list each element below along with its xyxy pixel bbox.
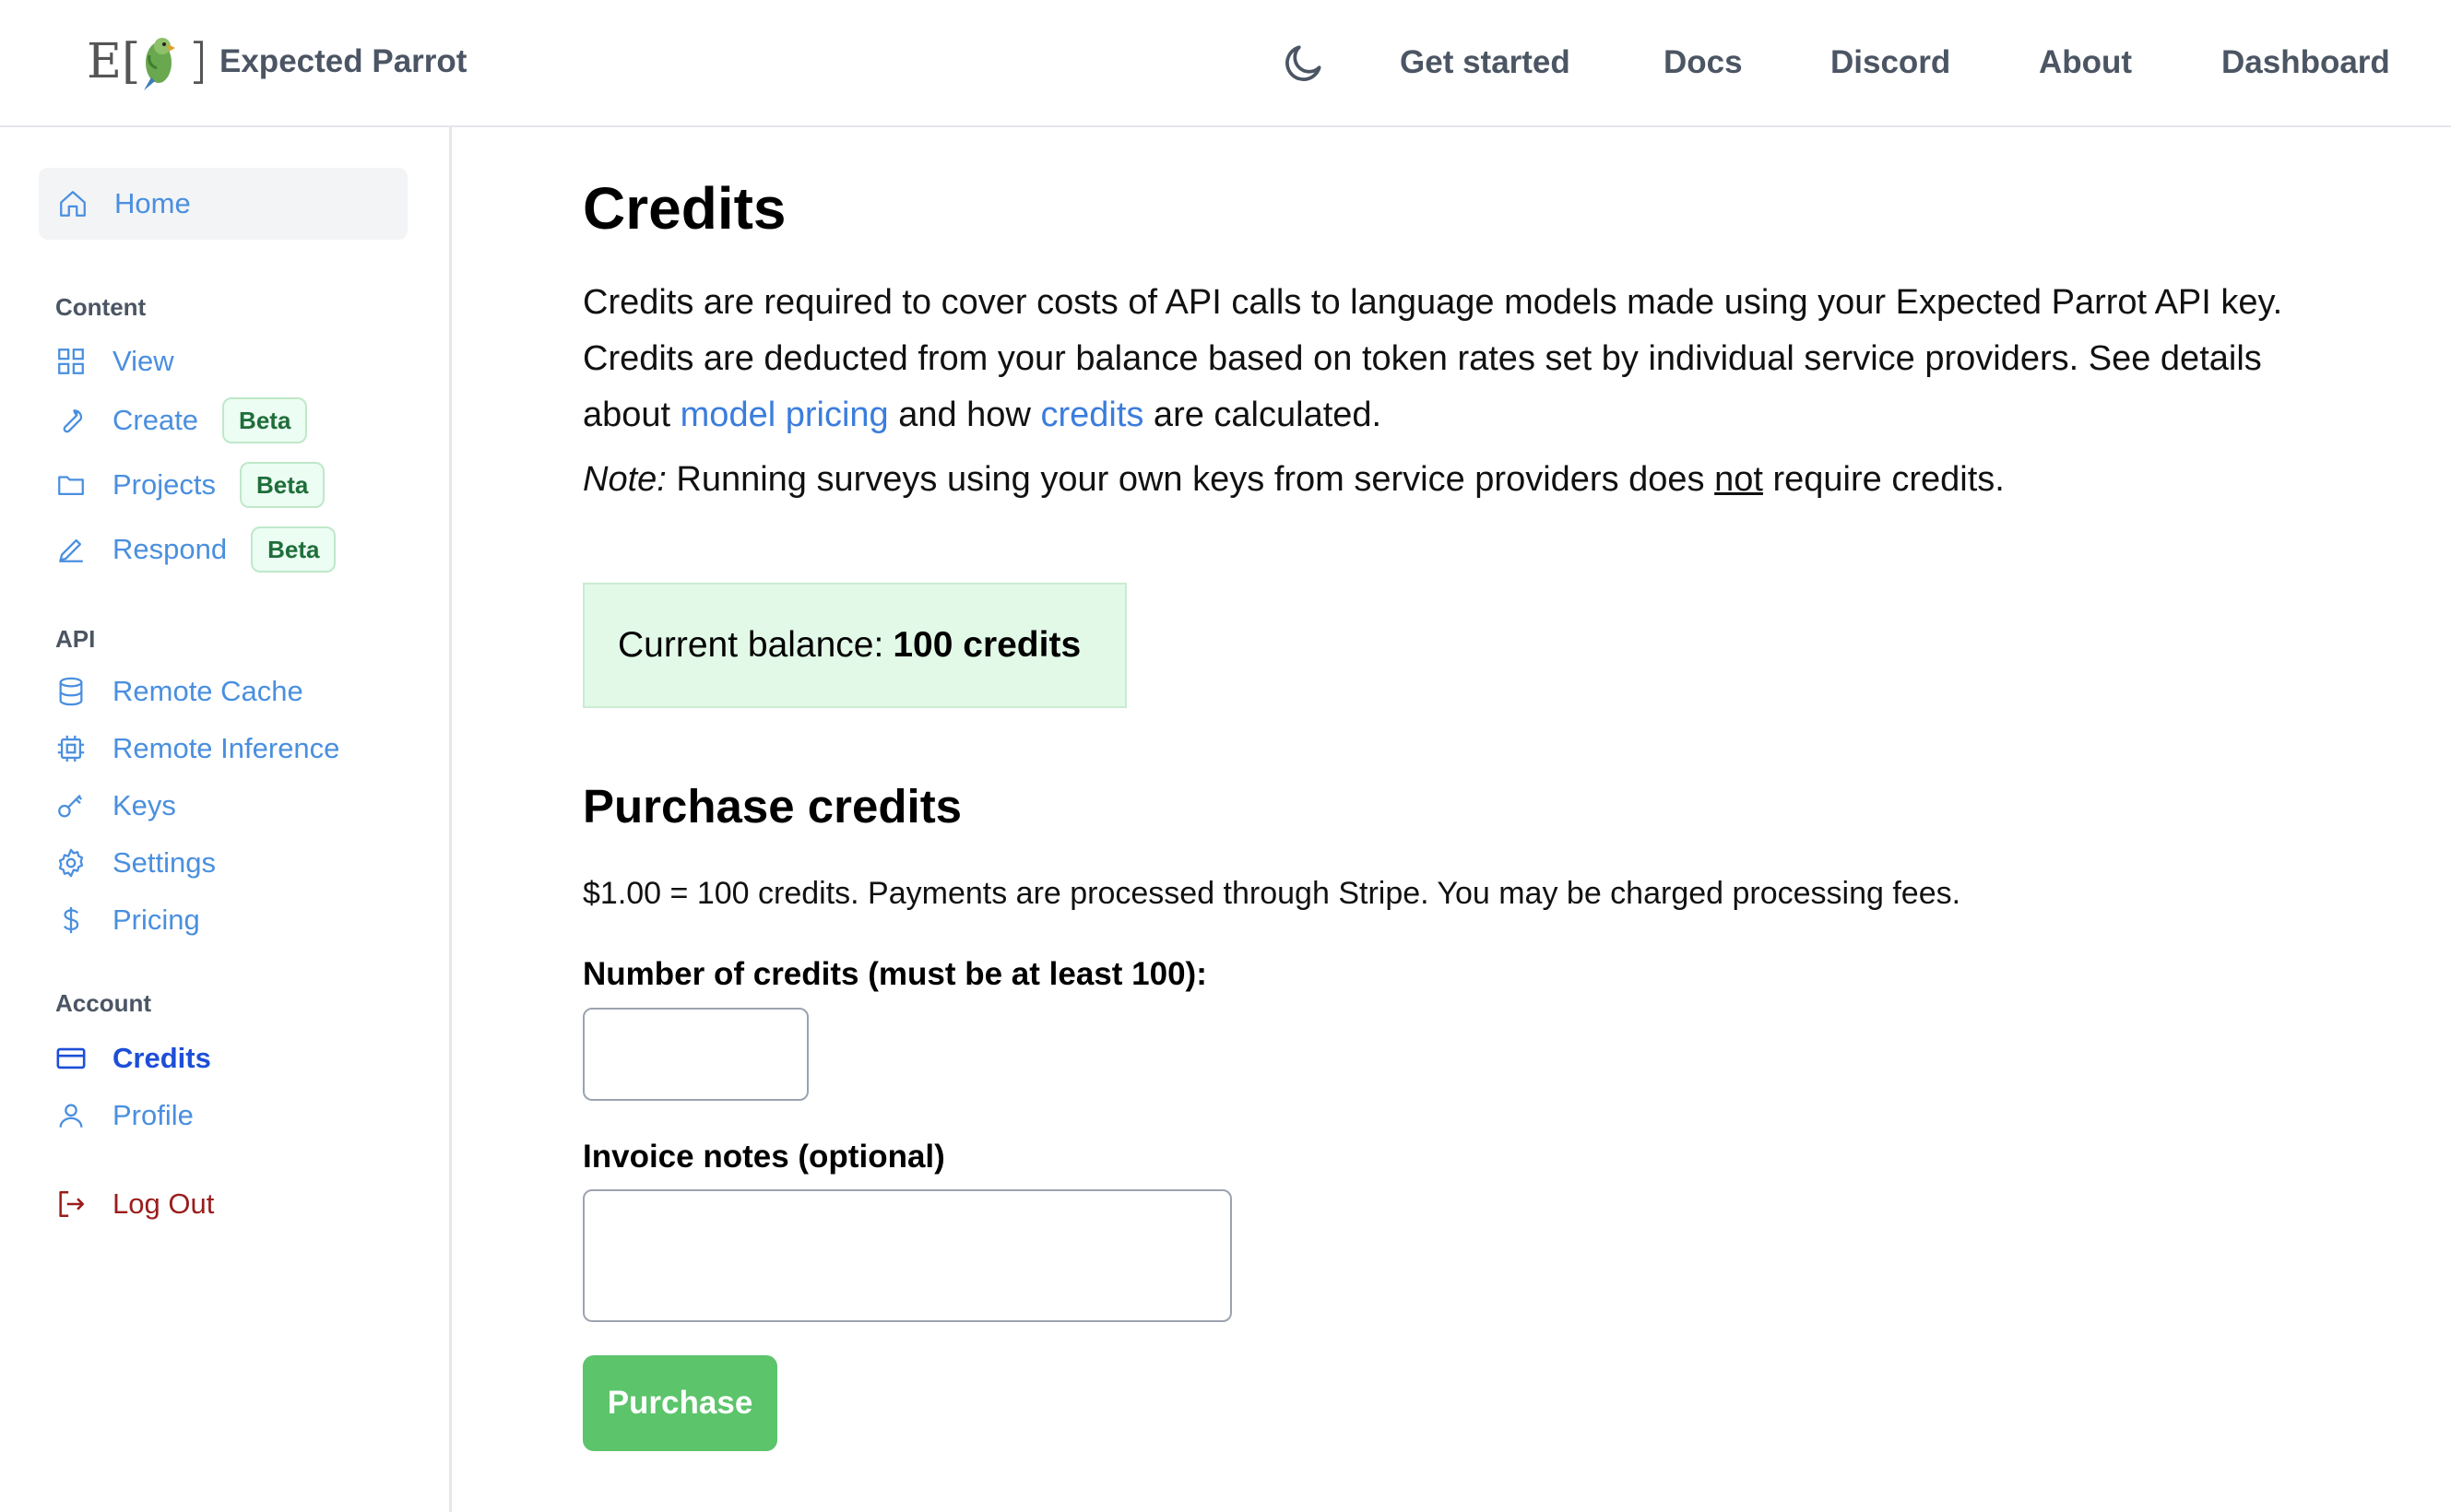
sidebar-item-profile[interactable]: Profile	[53, 1092, 194, 1140]
beta-badge: Beta	[222, 397, 308, 443]
balance-label: Current balance:	[618, 625, 884, 665]
model-pricing-link[interactable]: model pricing	[681, 396, 889, 434]
cpu-icon	[53, 731, 89, 766]
sidebar-item-label: Respond	[112, 533, 228, 565]
credits-field-label: Number of credits (must be at least 100)…	[583, 956, 1207, 992]
sidebar-section-api: API	[55, 625, 96, 653]
nav-get-started[interactable]: Get started	[1400, 41, 1570, 85]
wrench-icon	[53, 403, 89, 438]
sidebar-item-logout[interactable]: Log Out	[53, 1180, 214, 1228]
grid-icon	[53, 344, 89, 379]
sidebar-item-keys[interactable]: Keys	[53, 782, 176, 830]
note-emphasis: not	[1714, 460, 1763, 499]
nav-dashboard[interactable]: Dashboard	[2221, 41, 2390, 85]
balance-value: 100 credits	[893, 625, 1082, 665]
sidebar-item-label: Credits	[112, 1042, 211, 1074]
sidebar-item-label: Remote Cache	[112, 675, 303, 707]
purchase-credits-heading: Purchase credits	[583, 780, 963, 833]
theme-toggle-button[interactable]	[1278, 37, 1330, 89]
sidebar-section-content: Content	[55, 293, 147, 321]
sidebar-item-label: Projects	[112, 468, 216, 501]
dollar-icon	[53, 903, 89, 938]
nav-about[interactable]: About	[2039, 41, 2132, 85]
brand-name: Expected Parrot	[219, 43, 468, 79]
rate-info: $1.00 = 100 credits. Payments are proces…	[583, 876, 1961, 911]
credits-amount-input[interactable]	[583, 1008, 809, 1101]
home-icon	[55, 186, 90, 221]
nav-discord[interactable]: Discord	[1830, 41, 1950, 85]
note-paragraph: Note: Running surveys using your own key…	[583, 457, 2335, 502]
sidebar-item-settings[interactable]: Settings	[53, 839, 216, 887]
expected-parrot-logo: E[ ]	[87, 34, 203, 90]
current-balance-box: Current balance: 100 credits	[583, 583, 1127, 708]
sidebar-item-create[interactable]: Create Beta	[53, 396, 308, 444]
intro-text: are calculated.	[1143, 396, 1382, 434]
sidebar-item-projects[interactable]: Projects Beta	[53, 461, 326, 509]
user-icon	[53, 1098, 89, 1133]
svg-text:E[: E[	[87, 34, 140, 89]
nav-docs[interactable]: Docs	[1664, 41, 1743, 85]
sidebar-item-label: Profile	[112, 1099, 194, 1131]
sidebar-item-label: Log Out	[112, 1187, 215, 1220]
sidebar-item-label: View	[112, 345, 174, 377]
brand-link[interactable]: E[ ] Expected Parrot	[87, 31, 467, 92]
note-label: Note:	[583, 460, 667, 499]
sidebar: Home Content View Create Beta Projects B…	[0, 127, 452, 1512]
moon-icon	[1285, 45, 1321, 81]
sidebar-item-label: Create	[112, 404, 199, 436]
sidebar-item-respond[interactable]: Respond Beta	[53, 526, 337, 573]
key-icon	[53, 788, 89, 823]
top-navbar: E[ ] Expected Parrot Get started Docs Di…	[0, 0, 2451, 127]
beta-badge: Beta	[239, 462, 326, 508]
sidebar-item-label: Keys	[112, 789, 176, 821]
sidebar-item-remote-inference[interactable]: Remote Inference	[53, 725, 339, 773]
beta-badge: Beta	[251, 526, 337, 573]
logout-icon	[53, 1187, 89, 1222]
credits-link[interactable]: credits	[1040, 396, 1143, 434]
sidebar-section-account: Account	[55, 989, 151, 1017]
pencil-icon	[53, 532, 89, 567]
database-icon	[53, 674, 89, 709]
sidebar-item-remote-cache[interactable]: Remote Cache	[53, 667, 303, 715]
intro-paragraph: Credits are required to cover costs of A…	[583, 275, 2335, 443]
note-text: Running surveys using your own keys from…	[666, 460, 1715, 499]
sidebar-item-pricing[interactable]: Pricing	[53, 896, 200, 944]
purchase-button[interactable]: Purchase	[583, 1355, 777, 1451]
note-text: require credits.	[1762, 460, 2005, 499]
intro-text: and how	[888, 396, 1041, 434]
svg-text:]: ]	[190, 34, 203, 89]
sidebar-item-label: Home	[114, 187, 191, 219]
sidebar-item-label: Settings	[112, 846, 217, 879]
page-title: Credits	[583, 175, 787, 242]
sidebar-item-home[interactable]: Home	[39, 168, 408, 240]
invoice-notes-label: Invoice notes (optional)	[583, 1139, 945, 1175]
sidebar-item-view[interactable]: View	[53, 337, 174, 385]
credit-card-icon	[53, 1041, 89, 1076]
sidebar-item-credits[interactable]: Credits	[53, 1034, 211, 1082]
invoice-notes-input[interactable]	[583, 1189, 1232, 1322]
sidebar-item-label: Pricing	[112, 904, 200, 936]
folder-icon	[53, 467, 89, 502]
gear-icon	[53, 845, 89, 880]
sidebar-item-label: Remote Inference	[112, 732, 340, 764]
